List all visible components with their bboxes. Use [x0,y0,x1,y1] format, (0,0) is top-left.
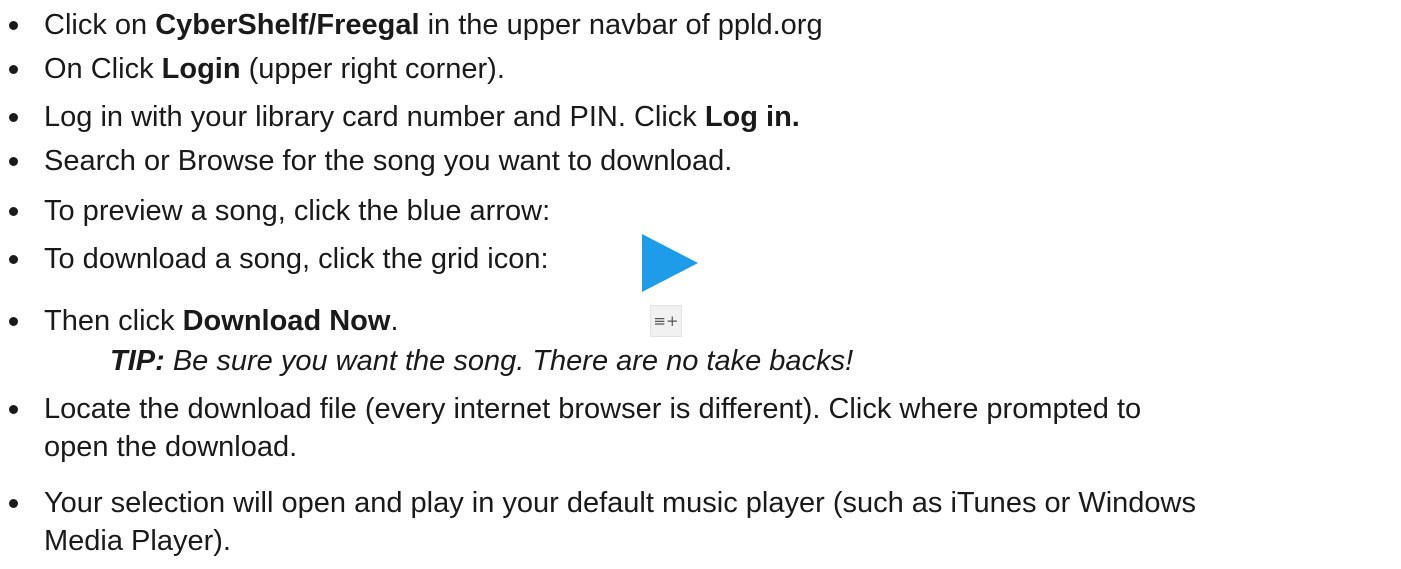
bullet [9,113,18,122]
tip-note: TIP: Be sure you want the song. There ar… [110,342,853,380]
tip-text: Be sure you want the song. There are no … [164,345,854,377]
step-text: Click on CyberShelf/Freegal in the upper… [44,6,823,44]
bullet [9,317,18,326]
step-text-part: Click on [44,9,156,41]
step-text: open the download. [44,431,298,463]
bullet [9,65,18,74]
step-text: Your selection will open and play in you… [44,487,1196,519]
step-text: Media Player). [44,525,231,557]
instructions-document: Click on CyberShelf/Freegal in the upper… [0,0,1401,569]
step-text: To download a song, click the grid icon: [44,243,549,275]
step-text: Locate the download file (every internet… [44,393,1142,425]
step-bold-text: CyberShelf/Freegal [155,9,420,41]
bullet [9,255,18,264]
bullet [9,157,18,166]
step-text: To preview a song, click the blue arrow: [44,195,551,227]
step-text-part: On Click [44,53,162,85]
play-arrow-shape [642,234,698,292]
step-text: On Click Login (upper right corner). [44,50,505,88]
tip-label: TIP: [110,345,165,377]
step-text: Then click Download Now. [44,302,399,340]
step-text-part: in the upper navbar of ppld.org [419,9,823,41]
bullet [9,405,18,414]
step-text-part: Log in with your library card number and… [44,101,705,133]
step-bold-text: Download Now [182,305,391,337]
step-bold-text: Login [161,53,241,85]
step-text-part: (upper right corner). [240,53,505,85]
step-bold-text: Log in. [704,101,800,133]
play-arrow-icon [642,234,698,292]
step-text: Log in with your library card number and… [44,98,800,136]
step-text: Search or Browse for the song you want t… [44,145,733,177]
bullet [9,499,18,508]
bullet [9,21,18,30]
step-text-part: Then click [44,305,183,337]
step-text-part: . [390,305,399,337]
grid-add-icon: ≡+ [650,305,682,337]
bullet [9,207,18,216]
